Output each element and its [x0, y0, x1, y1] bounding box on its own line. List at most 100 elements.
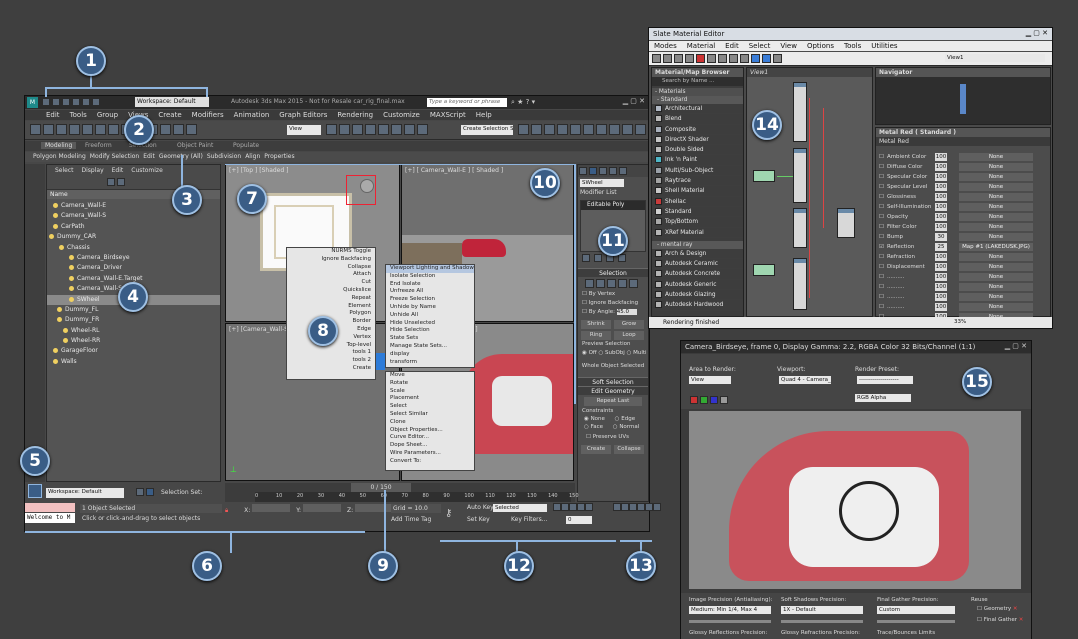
play-icon[interactable] [569, 503, 577, 511]
map-amount[interactable]: 25 [935, 243, 947, 251]
by-angle-checkbox[interactable]: ☐ [582, 309, 587, 315]
map-slot[interactable]: None [959, 223, 1033, 231]
next-frame-icon[interactable] [577, 503, 585, 511]
quad-menu-item[interactable]: End Isolate [386, 281, 474, 289]
scene-tab-edit[interactable]: Edit [112, 167, 124, 174]
time-slider[interactable]: 0 / 150 [351, 483, 411, 492]
map-checkbox[interactable]: ☐ [879, 274, 884, 280]
list-item[interactable]: Shellac [652, 197, 743, 207]
group-materials[interactable]: - Materials [652, 88, 743, 96]
node-view[interactable]: View1 [746, 67, 873, 317]
scene-tab-select[interactable]: Select [55, 167, 74, 174]
list-item[interactable]: Wheel-RL [47, 326, 220, 336]
reference-coord-dropdown[interactable]: View [287, 125, 321, 135]
color-node[interactable] [753, 264, 775, 276]
material-node[interactable] [837, 208, 855, 238]
ring-button[interactable]: Ring [581, 331, 611, 340]
light-bulb-icon[interactable] [57, 317, 62, 323]
map-slot[interactable]: None [959, 233, 1033, 241]
quad-menu-item[interactable]: display [386, 351, 474, 359]
set-key-button[interactable]: Set Key [467, 516, 490, 523]
map-checkbox[interactable]: ☑ [879, 244, 884, 250]
menu-edit[interactable]: Edit [46, 111, 60, 119]
map-amount[interactable]: 100 [935, 253, 947, 261]
list-item[interactable]: Top/Bottom [652, 217, 743, 228]
sme-menu-material[interactable]: Material [687, 42, 715, 50]
undo-icon[interactable] [72, 98, 80, 106]
map-node[interactable] [793, 258, 807, 310]
list-item[interactable]: Composite [652, 125, 743, 135]
light-bulb-icon[interactable] [53, 348, 58, 354]
sme-layout-icon[interactable] [740, 54, 749, 63]
search-input[interactable]: Type a keyword or phrase [427, 98, 507, 107]
scene-tab-customize[interactable]: Customize [131, 167, 163, 174]
map-checkbox[interactable]: ☐ [879, 264, 884, 270]
spinner-snap-icon[interactable] [404, 124, 415, 135]
light-bulb-icon[interactable] [69, 296, 74, 302]
remove-modifier-icon[interactable] [618, 254, 626, 262]
quad-menu-item[interactable]: Placement [386, 395, 474, 403]
final-gather-checkbox[interactable]: ☐ [977, 617, 982, 623]
display-tab-icon[interactable] [619, 167, 627, 175]
sme-menu-utilities[interactable]: Utilities [871, 42, 897, 50]
quad-menu-item[interactable]: Ignore Backfacing [287, 256, 375, 264]
list-item[interactable]: GarageFloor [47, 346, 220, 356]
quad-menu-item[interactable]: Quickslice [287, 287, 375, 295]
sme-show-map-icon[interactable] [729, 54, 738, 63]
constraint-edge-radio[interactable]: ○ [615, 416, 620, 422]
final-gather-dropdown[interactable]: Custom [877, 606, 955, 614]
map-checkbox[interactable]: ☐ [879, 164, 884, 170]
render-window-controls[interactable]: ▁ ▢ ✕ [1005, 342, 1027, 350]
ribbon-subdivision[interactable]: Subdivision [207, 153, 241, 160]
menu-rendering[interactable]: Rendering [337, 111, 373, 119]
info-center-icons[interactable]: ⌕ ★ ? ▾ [511, 98, 535, 107]
map-node[interactable] [793, 208, 807, 248]
map-amount[interactable]: 100 [935, 293, 947, 301]
redo-tool-icon[interactable] [43, 124, 54, 135]
quad-menu-item[interactable]: Polygon [287, 310, 375, 318]
quad-menu-item[interactable]: Wire Parameters... [386, 450, 474, 458]
quad-menu-item[interactable]: Convert To: [386, 458, 474, 466]
named-selection-dropdown[interactable]: Create Selection S [461, 125, 513, 135]
list-item[interactable]: Dummy_CAR [47, 232, 220, 242]
pivot-icon[interactable] [326, 124, 337, 135]
menu-graph-editors[interactable]: Graph Editors [279, 111, 327, 119]
alpha-channel-icon[interactable] [720, 396, 728, 404]
max-logo-icon[interactable]: M [27, 97, 38, 108]
map-amount[interactable]: 100 [935, 203, 947, 211]
constraint-normal-radio[interactable]: ○ [613, 424, 618, 430]
map-slot[interactable]: None [959, 173, 1033, 181]
quad-menu-item[interactable]: Clone [386, 419, 474, 427]
collapse-button[interactable]: Collapse [614, 445, 644, 454]
quad-menu-item[interactable]: Curve Editor... [386, 434, 474, 442]
quad-menu-item[interactable]: Dope Sheet... [386, 442, 474, 450]
material-editor-icon[interactable] [596, 124, 607, 135]
tab-freeform[interactable]: Freeform [85, 142, 112, 149]
scene-tab-display[interactable]: Display [82, 167, 104, 174]
border-mode-icon[interactable] [607, 279, 616, 288]
preset-dropdown[interactable]: -------------------- [857, 376, 913, 384]
align-icon[interactable] [531, 124, 542, 135]
preview-multi-radio[interactable]: ○ [627, 350, 632, 356]
ribbon-edit[interactable]: Edit [143, 153, 155, 160]
quad-menu-item[interactable]: Select Similar [386, 411, 474, 419]
map-amount[interactable]: 100 [935, 173, 947, 181]
timeline-track[interactable]: 0102030405060708090100110120130140150 [255, 492, 579, 502]
quad-menu-item[interactable]: Scale [386, 388, 474, 396]
quad-menu-item[interactable]: Create [287, 365, 375, 373]
rendered-frame-icon[interactable] [622, 124, 633, 135]
menu-modifiers[interactable]: Modifiers [192, 111, 224, 119]
snaps-toggle-icon[interactable] [365, 124, 376, 135]
rotate-icon[interactable] [173, 124, 184, 135]
quad-menu-item[interactable]: State Sets [386, 335, 474, 343]
list-item[interactable]: XRef Material [652, 228, 743, 238]
quad-menu-item[interactable]: NURMS Toggle [287, 248, 375, 256]
mirror-icon[interactable] [518, 124, 529, 135]
map-checkbox[interactable]: ☐ [879, 184, 884, 190]
quad-menu-item[interactable]: Collapse [287, 264, 375, 272]
edge-mode-icon[interactable] [596, 279, 605, 288]
light-bulb-icon[interactable] [59, 244, 64, 250]
map-amount[interactable]: 100 [935, 153, 947, 161]
percent-snap-icon[interactable] [391, 124, 402, 135]
navigator-viewport-rect[interactable] [960, 84, 966, 114]
